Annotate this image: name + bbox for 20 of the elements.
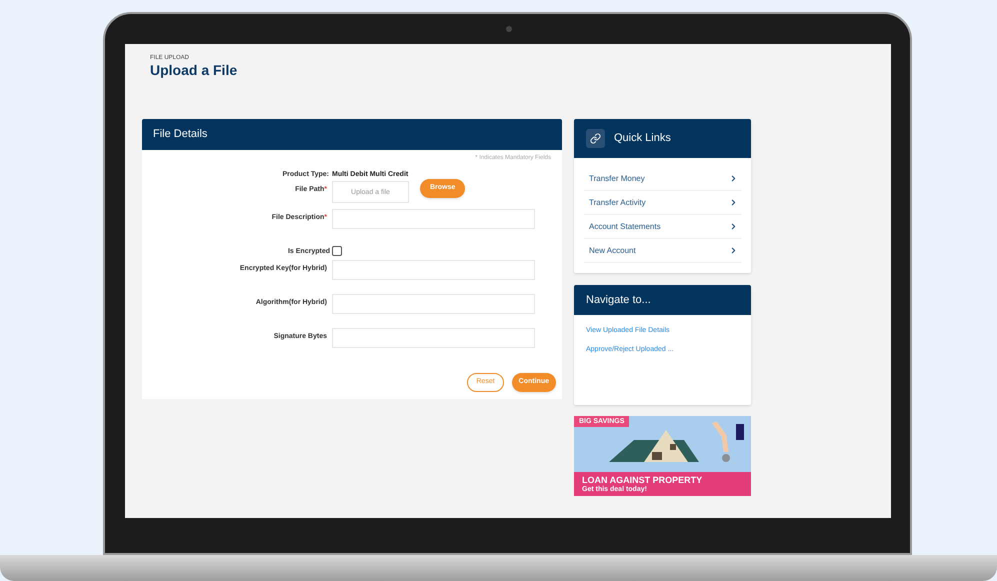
card-title: Navigate to... [586,292,651,308]
quick-link[interactable]: Transfer Money [584,167,741,191]
chevron-right-icon [729,222,738,231]
page-title: Upload a File [150,62,238,78]
chevron-right-icon [729,246,738,255]
card-title: File Details [153,127,208,142]
banner-headline: LOAN AGAINST PROPERTY [582,475,704,485]
text-field[interactable] [332,260,535,280]
card-title: Quick Links [614,131,671,146]
chevron-right-icon [729,198,738,207]
encrypted-checkbox[interactable] [332,246,342,256]
text-field[interactable] [332,209,535,229]
quick-link[interactable]: Transfer Activity [584,191,741,215]
quick-link[interactable]: Account Statements [584,215,741,239]
text-field[interactable] [332,328,535,348]
quick-link[interactable]: New Account [584,239,741,263]
link-icon [586,129,605,148]
camera-icon [506,26,512,32]
chevron-right-icon [729,174,738,183]
text-field[interactable] [332,294,535,314]
